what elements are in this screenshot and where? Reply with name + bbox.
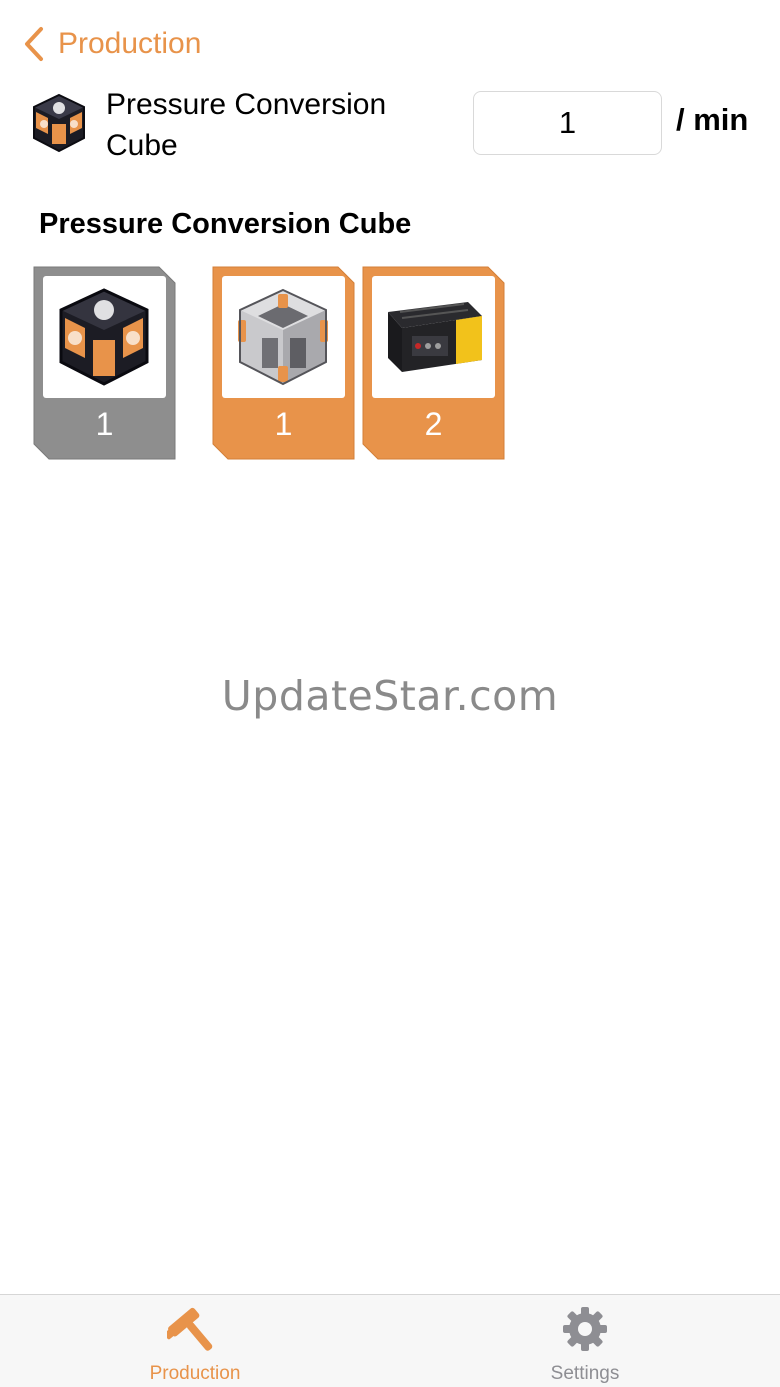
- fused-modular-frame-icon: [238, 288, 328, 386]
- recipe-ingredient-card[interactable]: 2: [362, 266, 505, 460]
- rate-unit: / min: [676, 102, 749, 137]
- component-count: 2: [424, 406, 443, 442]
- pressure-conversion-cube-icon: [33, 93, 85, 153]
- rate-input[interactable]: [473, 91, 662, 155]
- component-count: 1: [95, 406, 114, 442]
- tab-settings[interactable]: Settings: [390, 1295, 780, 1387]
- tab-bar: Production Settings: [0, 1294, 780, 1387]
- hammer-icon: [167, 1307, 213, 1351]
- tab-label: Settings: [550, 1363, 620, 1384]
- chevron-left-icon: [25, 27, 43, 61]
- back-button[interactable]: Production: [22, 22, 201, 66]
- item-name: Pressure Conversion Cube: [106, 88, 387, 162]
- component-count: 1: [274, 406, 293, 442]
- pressure-conversion-cube-icon: [59, 288, 149, 386]
- radio-control-unit-icon: [388, 302, 482, 372]
- recipe-ingredient-card[interactable]: 1: [212, 266, 355, 460]
- back-label: Production: [58, 27, 202, 60]
- watermark: UpdateStar.com: [221, 672, 559, 720]
- tab-production[interactable]: Production: [0, 1295, 390, 1387]
- tab-label: Production: [149, 1363, 241, 1384]
- recipe-title: Pressure Conversion Cube: [39, 208, 412, 240]
- gear-icon: [563, 1307, 607, 1351]
- recipe-product-card[interactable]: 1: [33, 266, 176, 460]
- item-header: Pressure Conversion Cube / min: [0, 84, 780, 168]
